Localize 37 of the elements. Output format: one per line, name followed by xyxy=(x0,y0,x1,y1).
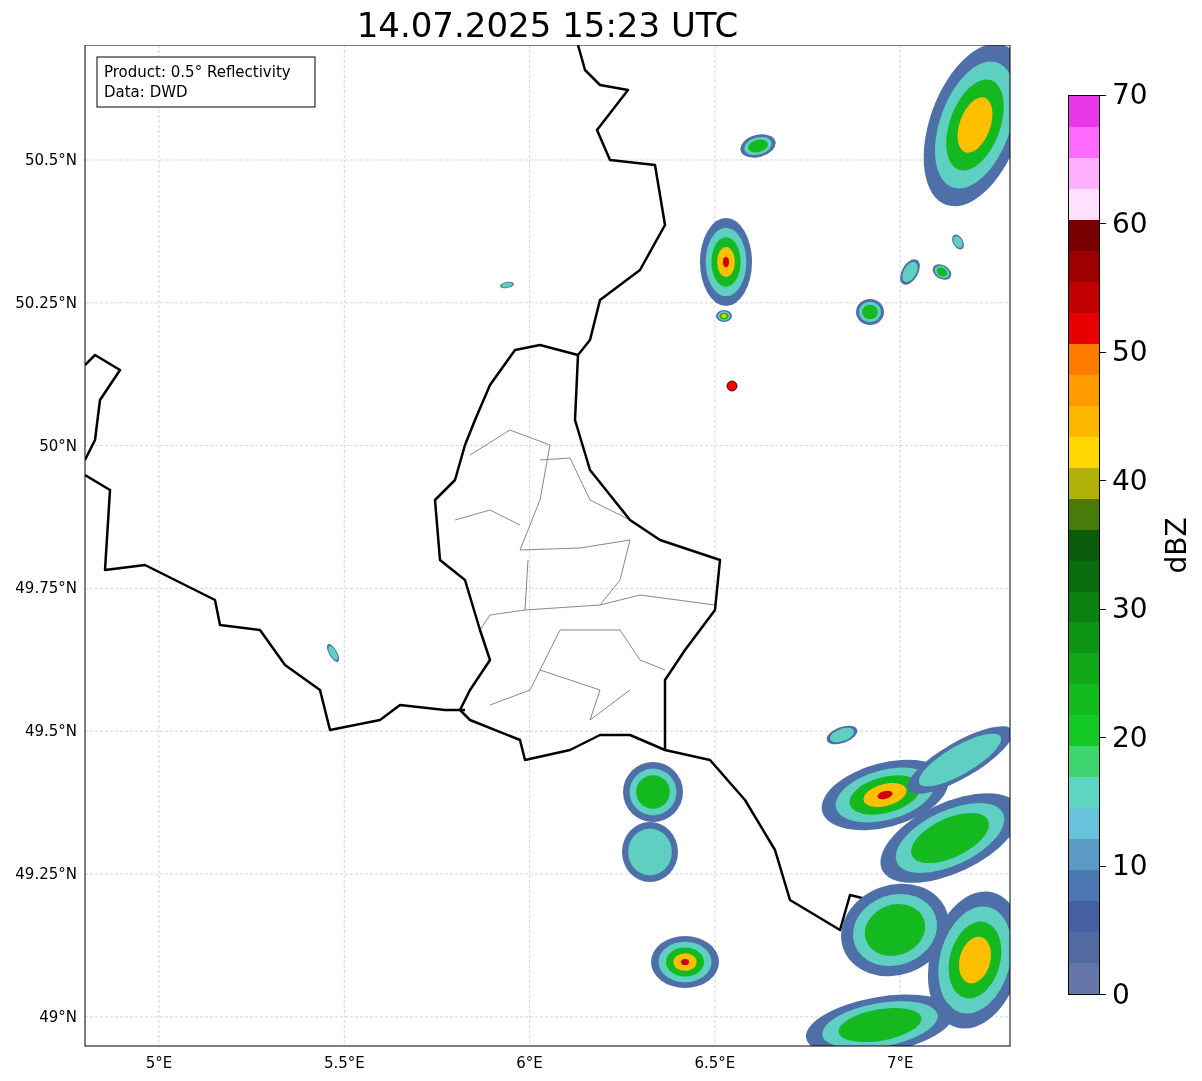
legend-text: Data: DWD xyxy=(104,83,188,101)
radar-echo xyxy=(826,725,858,745)
x-tick-label: 6°E xyxy=(516,1054,543,1072)
colorbar-tick-label: 10 xyxy=(1112,850,1148,883)
y-tick-label: 49.25°N xyxy=(15,865,77,883)
radar-echo xyxy=(623,762,683,822)
x-tick-label: 5.5°E xyxy=(323,1054,365,1072)
radar-echo xyxy=(856,299,884,325)
colorbar-tick-label: 70 xyxy=(1112,79,1148,111)
y-tick-label: 49.5°N xyxy=(24,722,77,741)
radar-echo xyxy=(932,264,952,280)
radar-site-marker xyxy=(726,380,738,392)
y-tick-label: 50.25°N xyxy=(15,293,77,312)
colorbar-tick-label: 0 xyxy=(1112,978,1130,1011)
colorbar-tick-label: 30 xyxy=(1112,593,1148,626)
legend-text: Product: 0.5° Reflectivity xyxy=(104,63,291,81)
x-tick-label: 6.5°E xyxy=(694,1054,736,1072)
radar-echo xyxy=(326,644,340,662)
colorbar-tick-label: 40 xyxy=(1112,464,1148,497)
y-tick-label: 49°N xyxy=(39,1007,77,1026)
colorbar-label: dBZ xyxy=(1159,516,1193,574)
chart-title: 14.07.2025 15:23 UTC xyxy=(355,4,740,45)
radar-echo xyxy=(740,134,776,158)
y-tick-label: 50°N xyxy=(39,436,77,455)
radar-echo xyxy=(900,259,920,285)
colorbar-tick-label: 60 xyxy=(1112,207,1148,240)
y-tick-label: 49.75°N xyxy=(15,579,77,598)
radar-echo xyxy=(952,234,964,250)
x-tick-label: 5°E xyxy=(145,1054,173,1072)
radar-echo xyxy=(622,822,678,882)
colorbar-tick-label: 20 xyxy=(1112,721,1148,754)
radar-echo xyxy=(500,281,514,289)
y-tick-label: 50.5°N xyxy=(24,151,77,169)
x-tick-label: 7°E xyxy=(886,1054,914,1072)
radar-echo xyxy=(651,936,719,988)
radar-echo xyxy=(716,310,732,322)
colorbar-tick-label: 50 xyxy=(1112,336,1148,369)
